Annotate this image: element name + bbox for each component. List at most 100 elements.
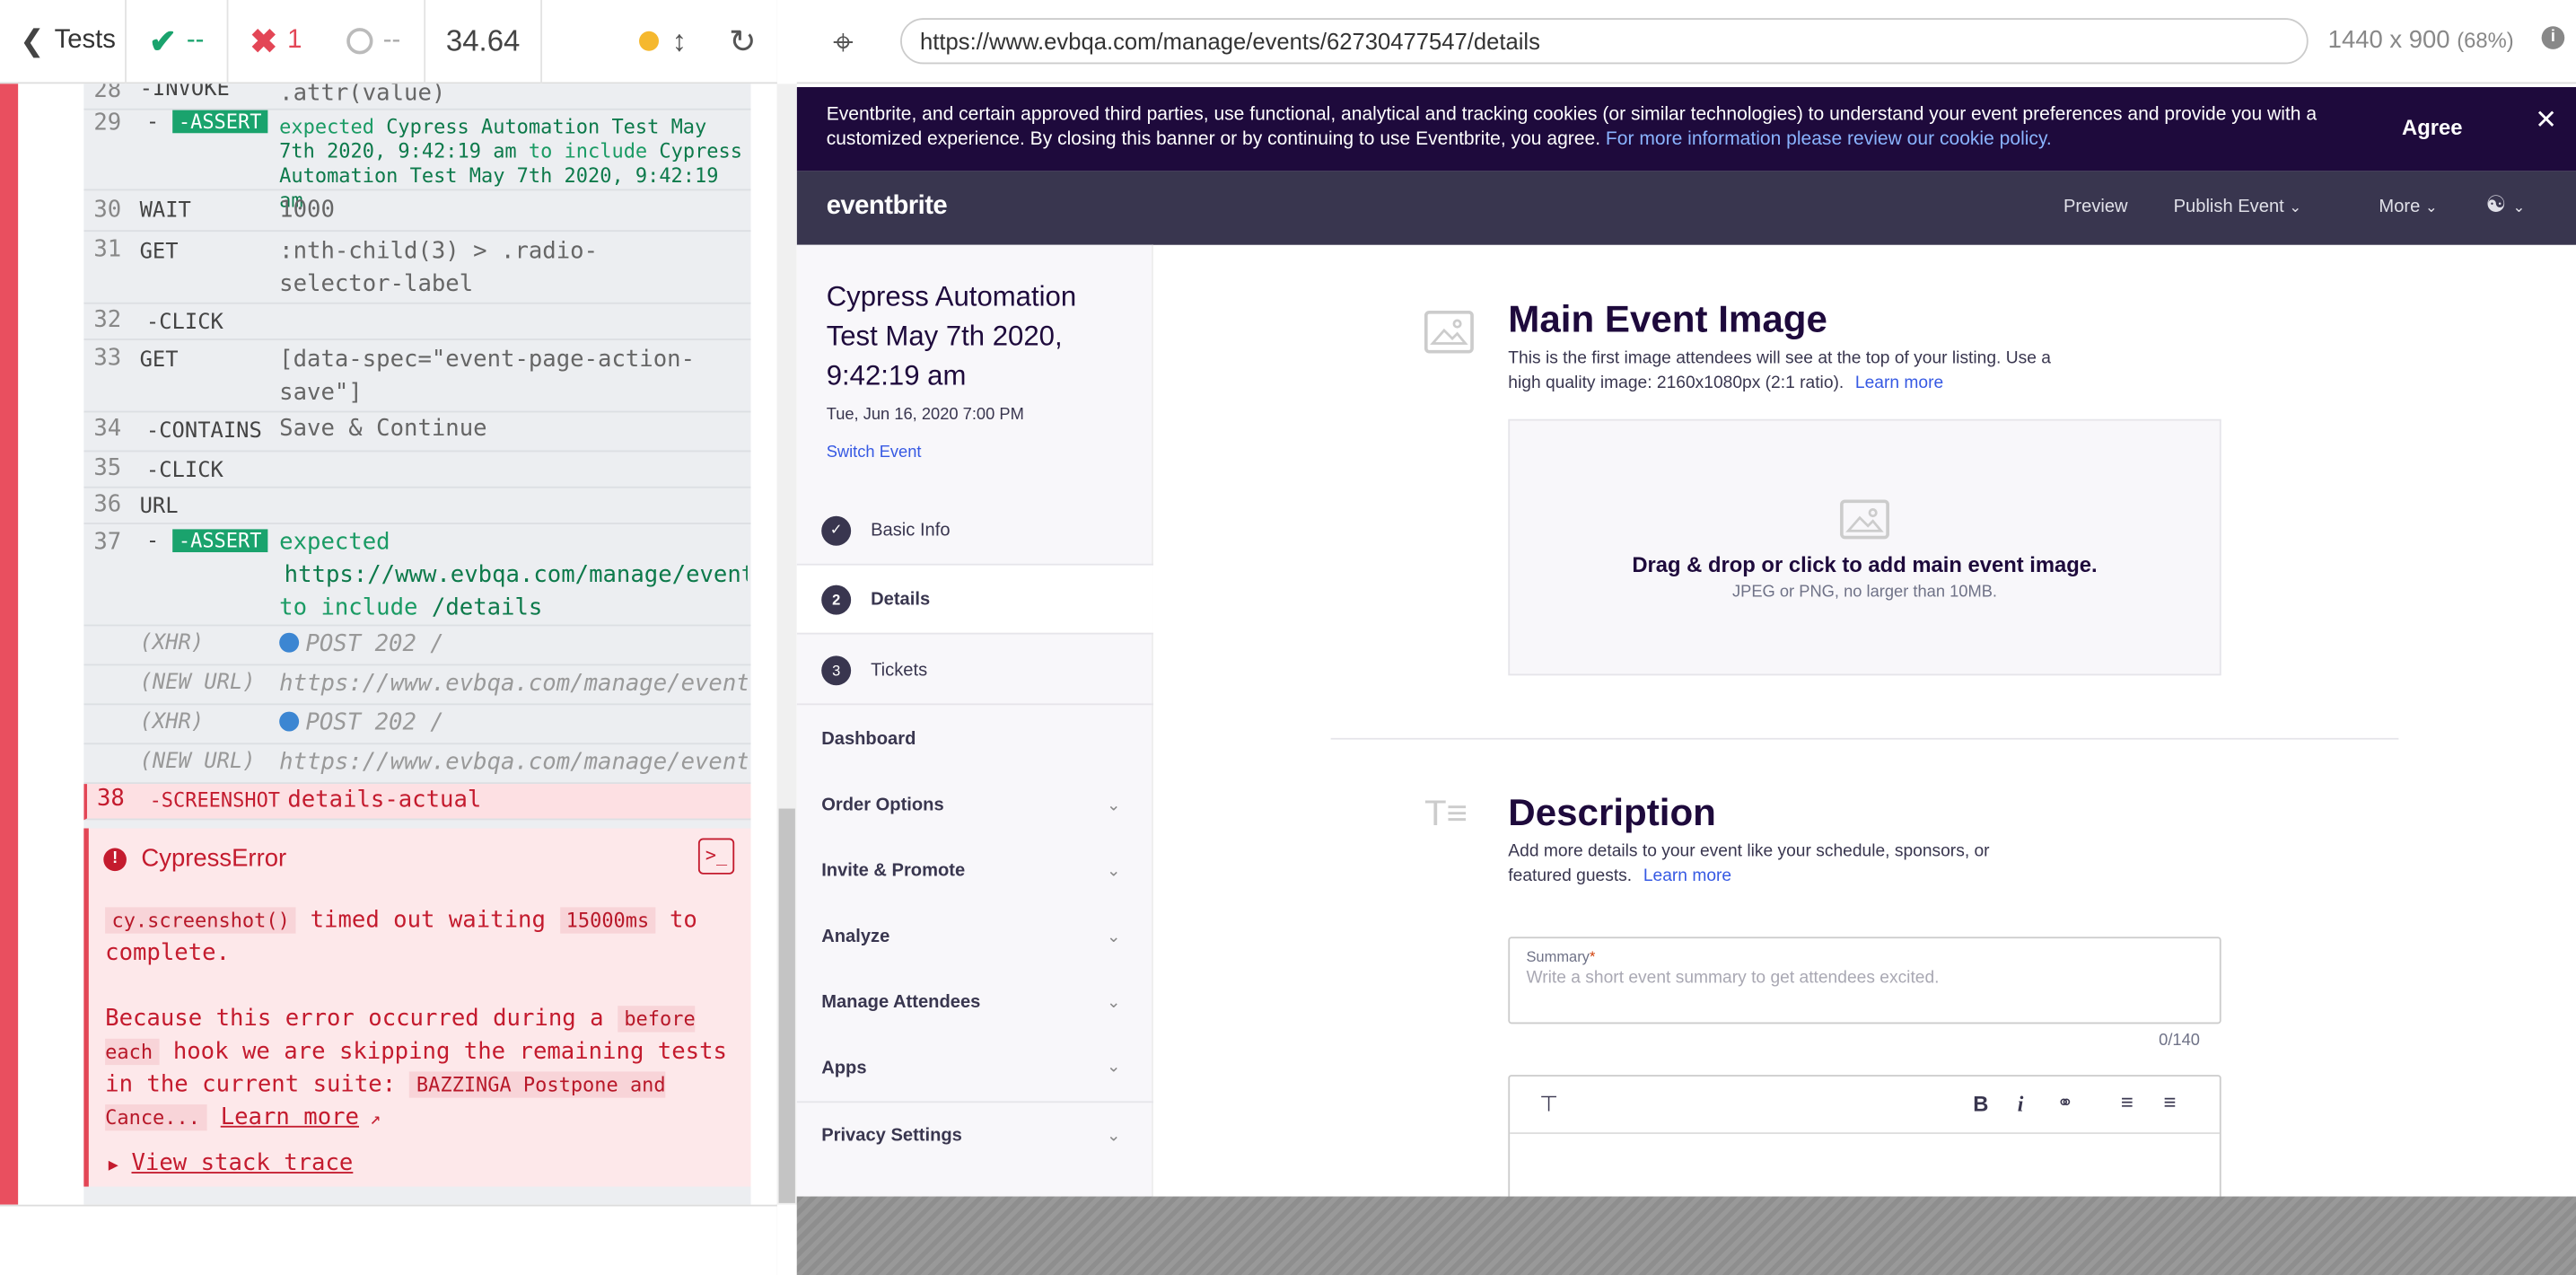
command-name: -CLICK <box>145 458 223 484</box>
command-message: expected https://www.evbqa.com/manage/eve… <box>279 529 748 621</box>
command-row[interactable]: 31 GET :nth-child(3) > .radio-selector-l… <box>83 232 751 304</box>
scrollbar-thumb[interactable] <box>778 808 795 1203</box>
description-learn-more-link[interactable]: Learn more <box>1643 866 1731 886</box>
learn-more-link[interactable]: Learn more <box>221 1104 359 1130</box>
rich-text-editor[interactable]: ⊤ B i ⚭ ≡ ≡ <box>1508 1075 2221 1197</box>
command-name: WAIT <box>139 198 191 224</box>
selector-playground-icon[interactable]: ⌖ <box>833 22 854 65</box>
error-icon: ! <box>103 848 127 872</box>
command-row[interactable]: 32 -CLICK <box>83 304 751 340</box>
duration: 34.64 <box>425 0 543 84</box>
bullet-list-icon[interactable]: ≡ <box>2164 1090 2177 1114</box>
print-to-console-icon[interactable]: >_ <box>697 838 735 875</box>
pending-count[interactable]: -- <box>324 0 426 84</box>
command-number: 34 <box>93 416 122 443</box>
view-stack-trace[interactable]: ▶ View stack trace <box>109 1148 354 1183</box>
menu-order-options[interactable]: Order Options ⌄ <box>797 770 1153 840</box>
command-row[interactable]: (NEW URL) https://www.evbqa.com/manage/e… <box>83 744 751 785</box>
command-row[interactable]: (XHR) POST 202 / <box>83 705 751 745</box>
step-details[interactable]: 2 Details <box>796 565 1153 635</box>
step-basic-info[interactable]: ✓ Basic Info <box>796 497 1153 566</box>
tests-back-button[interactable]: ❮ Tests <box>0 0 127 84</box>
eventbrite-logo[interactable]: eventbrite <box>827 192 948 222</box>
command-message: .attr(value) <box>279 84 446 107</box>
command-name: (NEW URL) <box>139 749 256 775</box>
chevron-left-icon: ❮ <box>19 23 45 57</box>
bold-icon[interactable]: B <box>1973 1091 1988 1115</box>
menu-apps[interactable]: Apps ⌄ <box>796 1033 1153 1104</box>
command-row[interactable]: 36 URL <box>83 488 751 524</box>
tests-back-label: Tests <box>54 26 116 55</box>
italic-icon[interactable]: i <box>2018 1091 2024 1117</box>
info-icon[interactable]: i <box>2541 26 2565 49</box>
command-row[interactable]: (NEW URL) https://www.evbqa.com/manage/e… <box>83 665 751 706</box>
xhr-status-icon <box>279 632 300 653</box>
command-row-failed[interactable]: 38 -SCREENSHOT details-actual <box>83 784 751 821</box>
command-message: POST 202 / <box>279 628 748 661</box>
menu-label: Dashboard <box>821 729 916 750</box>
link-icon[interactable]: ⚭ <box>2057 1091 2073 1114</box>
chevron-down-icon: ⌄ <box>1106 993 1121 1012</box>
command-name: -INVOKE <box>139 84 230 102</box>
command-row[interactable]: 28 -INVOKE .attr(value) <box>83 84 751 110</box>
command-name: URL <box>139 494 179 520</box>
command-row[interactable]: 37 - -ASSERT expected https://www.evbqa.c… <box>83 524 751 627</box>
command-number: 30 <box>93 197 122 224</box>
image-dropzone[interactable]: Drag & drop or click to add main event i… <box>1508 418 2221 676</box>
ordered-list-icon[interactable]: ≡ <box>2121 1090 2134 1114</box>
command-row[interactable]: 30 WAIT 1000 <box>83 192 751 233</box>
menu-label: Apps <box>821 1057 867 1077</box>
command-row[interactable]: 33 GET [data-spec="event-page-action-sav… <box>83 340 751 413</box>
command-name: (XHR) <box>139 709 205 735</box>
dropzone-subtitle: JPEG or PNG, no larger than 10MB. <box>1731 583 1998 602</box>
user-account-menu[interactable]: ☯ ⌄ <box>2485 190 2525 218</box>
failed-count[interactable]: ✖ 1 <box>228 0 323 83</box>
more-menu[interactable]: More ⌄ <box>2379 198 2437 217</box>
agree-button[interactable]: Agree <box>2402 115 2462 139</box>
command-row[interactable]: (XHR) POST 202 / <box>83 626 751 666</box>
chevron-down-icon: ⌄ <box>1106 928 1121 946</box>
menu-privacy-settings[interactable]: Privacy Settings ⌄ <box>797 1101 1153 1170</box>
pending-circle-icon <box>346 28 373 55</box>
status-controls: ↕ <box>542 0 710 83</box>
command-name: - -ASSERT <box>146 110 268 135</box>
step-label: Basic Info <box>871 520 951 541</box>
summary-field[interactable]: Summary* Write a short event summary to … <box>1508 936 2221 1024</box>
passed-count[interactable]: ✔ -- <box>127 0 229 84</box>
menu-label: Invite & Promote <box>821 861 966 882</box>
menu-label: Manage Attendees <box>821 992 981 1013</box>
external-link-icon: ↗ <box>358 1107 381 1130</box>
menu-label: Order Options <box>821 795 944 815</box>
menu-analyze[interactable]: Analyze ⌄ <box>797 902 1153 972</box>
menu-dashboard[interactable]: Dashboard <box>797 705 1153 774</box>
step-number: 2 <box>821 584 852 614</box>
menu-invite-promote[interactable]: Invite & Promote ⌄ <box>797 837 1153 906</box>
chevron-down-icon: ⌄ <box>2289 198 2302 215</box>
command-message: Save & Continue <box>279 416 487 443</box>
step-tickets[interactable]: 3 Tickets <box>796 636 1153 706</box>
event-date: Tue, Jun 16, 2020 7:00 PM <box>826 406 1024 425</box>
close-icon[interactable]: ✕ <box>2535 103 2557 136</box>
menu-manage-attendees[interactable]: Manage Attendees ⌄ <box>797 968 1153 1037</box>
cookie-policy-link[interactable]: For more information please review our c… <box>1606 130 2052 150</box>
switch-event-link[interactable]: Switch Event <box>827 444 922 462</box>
image-learn-more-link[interactable]: Learn more <box>1855 374 1943 393</box>
command-message: https://www.evbqa.com/manage/event… <box>279 749 748 776</box>
url-bar[interactable]: https://www.evbqa.com/manage/events/6273… <box>900 18 2309 65</box>
text-style-icon[interactable]: ⊤ <box>1539 1091 1558 1117</box>
restart-icon[interactable]: ↻ <box>710 0 775 83</box>
cookie-banner: Eventbrite, and certain approved third p… <box>796 87 2576 171</box>
preview-link[interactable]: Preview <box>2063 198 2128 217</box>
command-message: details-actual <box>287 787 482 814</box>
command-row[interactable]: 35 -CLICK <box>83 452 751 488</box>
command-row[interactable]: 34 -CONTAINS Save & Continue <box>83 412 751 453</box>
command-number: 29 <box>93 110 122 136</box>
section-divider <box>1330 737 2399 740</box>
command-number: 31 <box>93 236 122 263</box>
auto-scroll-icon[interactable]: ↕ <box>672 24 687 58</box>
command-name: (XHR) <box>139 630 205 656</box>
publish-event-menu[interactable]: Publish Event ⌄ <box>2174 198 2302 217</box>
command-row[interactable]: 29 - -ASSERT expected Cypress Automation… <box>83 110 751 212</box>
error-panel: ! CypressError >_ cy.screenshot() timed … <box>83 828 751 1187</box>
error-detail: Because this error occurred during a bef… <box>105 1006 727 1131</box>
